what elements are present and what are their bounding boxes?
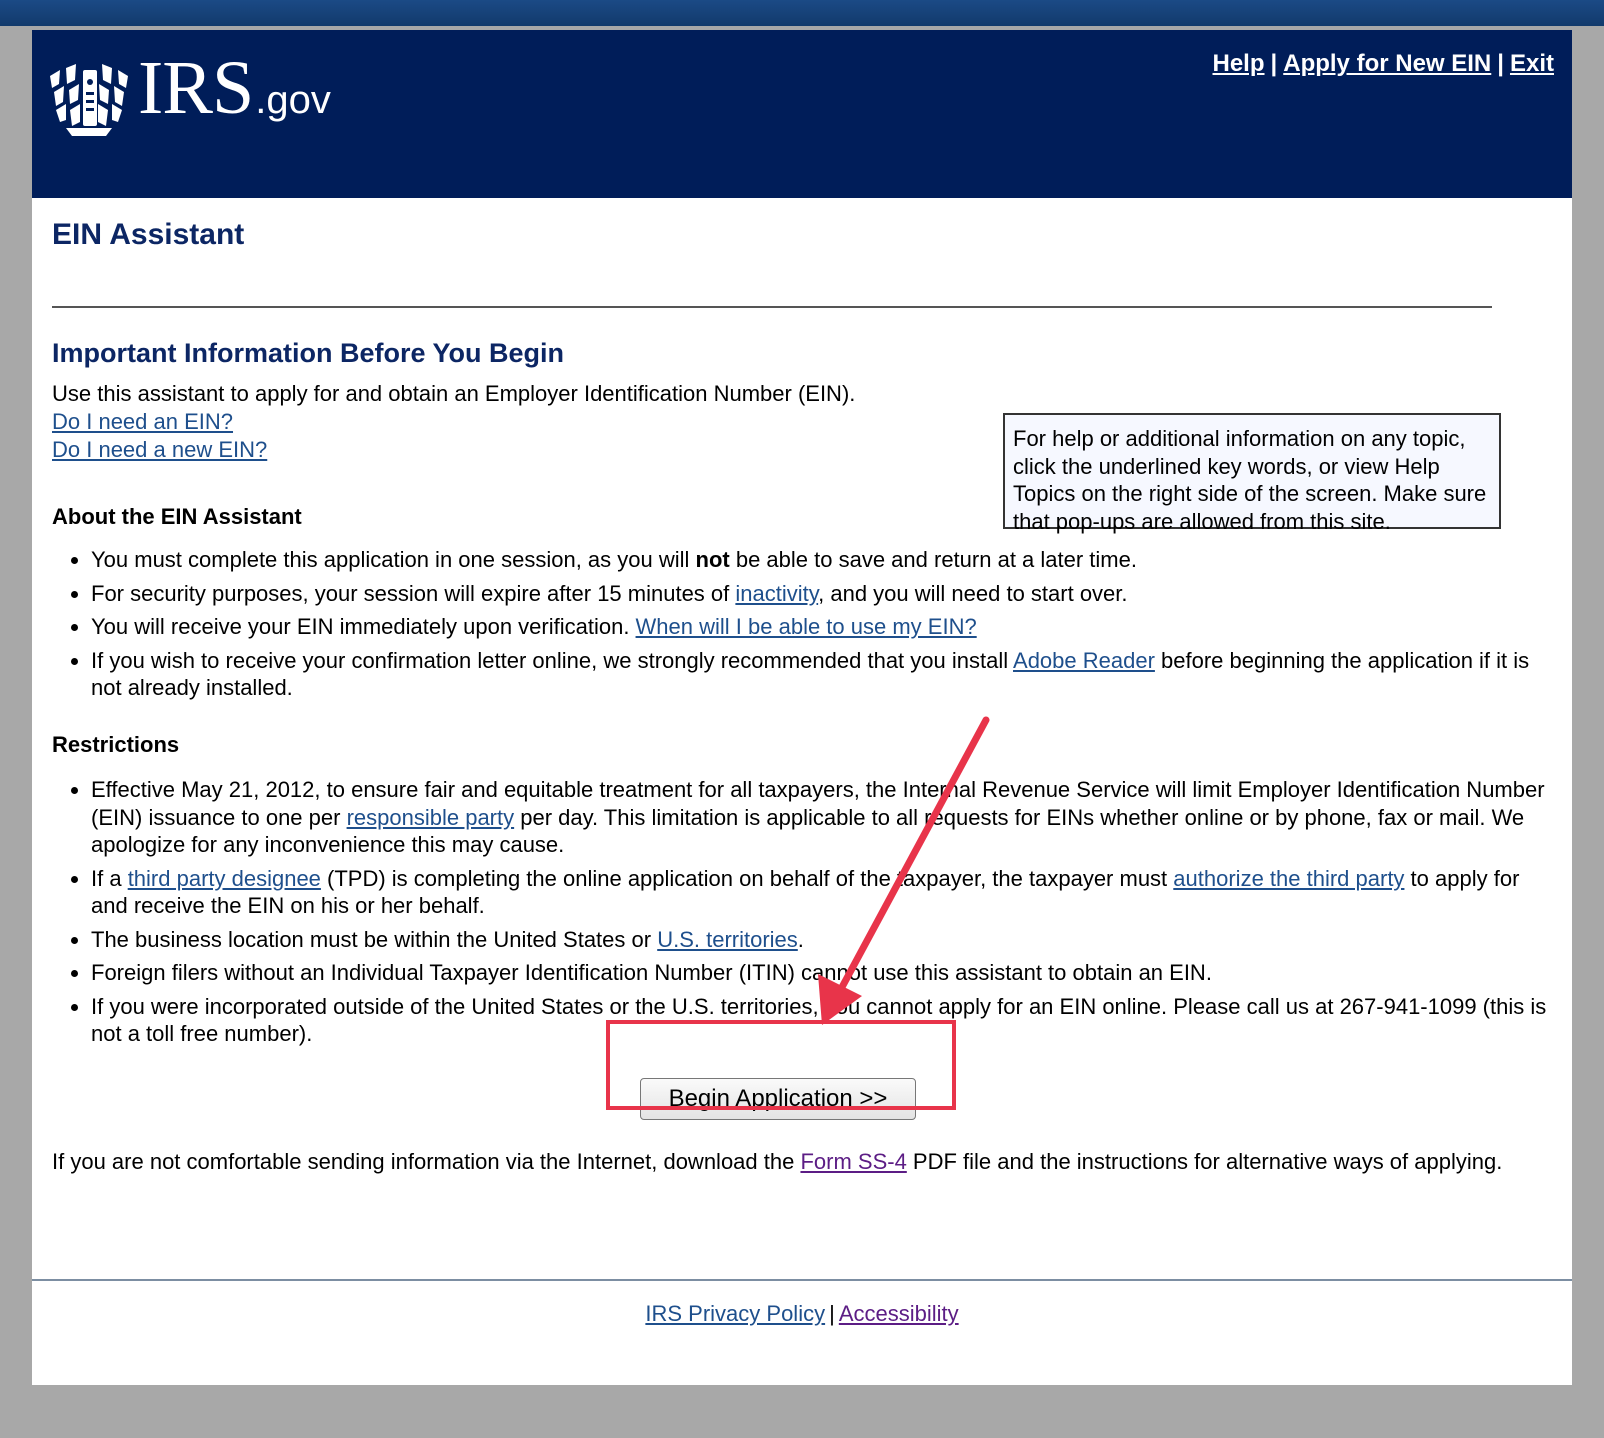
exit-link[interactable]: Exit [1510,50,1554,77]
need-ein-link[interactable]: Do I need an EIN? [52,409,233,434]
help-info-box: For help or additional information on an… [1003,413,1501,534]
responsible-party-link[interactable]: responsible party [347,805,515,830]
alternative-filing-note: If you are not comfortable sending infor… [52,1149,1503,1174]
inactivity-link[interactable]: inactivity [735,581,818,606]
list-item: If a third party designee (TPD) is compl… [91,865,1561,920]
begin-button-wrap: Begin Application >> [640,1078,916,1120]
footer-nav: IRS Privacy Policy | Accessibility [32,1301,1572,1327]
browser-top-strip [0,0,1604,26]
annotation-arrow-icon [818,716,990,1025]
intro-text: Use this assistant to apply for and obta… [52,381,856,406]
important-info-heading: Important Information Before You Begin [52,338,565,368]
list-item: You must complete this application in on… [91,546,1561,574]
footer-separator: | [829,1301,835,1326]
header-separator: | [1497,50,1504,77]
about-heading: About the EIN Assistant [52,504,302,529]
restrictions-heading: Restrictions [52,732,180,757]
footer-divider [32,1279,1572,1281]
page-title: EIN Assistant [52,218,245,251]
begin-application-button[interactable]: Begin Application >> [640,1078,916,1120]
about-list: You must complete this application in on… [52,546,1561,708]
list-item: Effective May 21, 2012, to ensure fair a… [91,776,1561,859]
third-party-designee-link[interactable]: third party designee [128,866,321,891]
logo-wordmark: IRS.gov [138,46,331,130]
intro-block: Use this assistant to apply for and obta… [52,380,952,464]
authorize-third-party-link[interactable]: authorize the third party [1173,866,1404,891]
list-item: You will receive your EIN immediately up… [91,613,1561,641]
adobe-reader-link[interactable]: Adobe Reader [1013,648,1155,673]
header-separator: | [1270,50,1278,77]
need-new-ein-link[interactable]: Do I need a new EIN? [52,437,267,462]
page-container: IRS.gov Help | Apply for New EIN | Exit EIN … [32,30,1572,1385]
list-item: For security purposes, your session will… [91,580,1561,608]
list-item: Foreign filers without an Individual Tax… [91,959,1561,987]
us-territories-link[interactable]: U.S. territories [657,927,798,952]
accessibility-link[interactable]: Accessibility [839,1301,959,1326]
site-header: IRS.gov Help | Apply for New EIN | Exit [32,30,1572,198]
list-item: The business location must be within the… [91,926,1561,954]
help-link[interactable]: Help [1213,50,1265,77]
apply-new-ein-link[interactable]: Apply for New EIN [1283,50,1491,77]
list-item: If you were incorporated outside of the … [91,993,1561,1048]
form-ss4-link[interactable]: Form SS-4 [800,1149,906,1174]
privacy-policy-link[interactable]: IRS Privacy Policy [645,1301,825,1326]
irs-logo[interactable]: IRS.gov [46,50,376,166]
eagle-icon [50,64,128,136]
restrictions-list: Effective May 21, 2012, to ensure fair a… [52,776,1561,1054]
list-item: If you wish to receive your confirmation… [91,647,1561,702]
when-use-ein-link[interactable]: When will I be able to use my EIN? [636,614,977,639]
header-nav: Help | Apply for New EIN | Exit [1213,50,1555,78]
title-divider [52,306,1492,308]
